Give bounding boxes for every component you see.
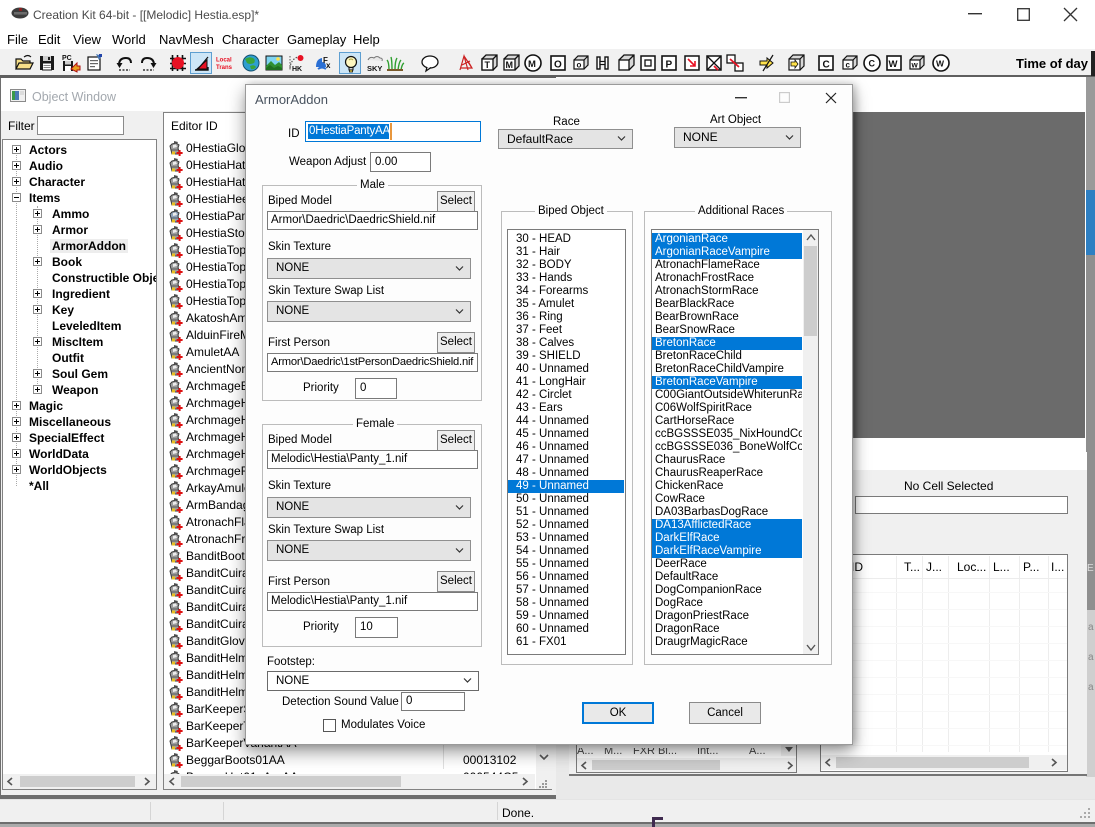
svg-text:O: O xyxy=(554,60,562,71)
svg-text:o: o xyxy=(577,61,582,70)
svg-text:P: P xyxy=(666,60,673,71)
svg-text:C: C xyxy=(869,59,876,69)
svg-text:M: M xyxy=(528,59,536,70)
svg-text:W: W xyxy=(936,59,945,69)
svg-text:Trans: Trans xyxy=(216,65,233,71)
svg-text:M: M xyxy=(506,60,514,70)
svg-text:HK: HK xyxy=(292,66,302,73)
svg-text:T: T xyxy=(485,60,491,70)
svg-text:w: w xyxy=(911,61,919,70)
svg-text:c: c xyxy=(846,61,851,70)
svg-text:C: C xyxy=(823,60,830,71)
svg-text:Local: Local xyxy=(216,58,232,64)
svg-text:x: x xyxy=(326,61,331,70)
svg-text:PC: PC xyxy=(62,55,72,62)
svg-text:W: W xyxy=(889,59,898,70)
svg-text:SKY: SKY xyxy=(367,64,382,73)
